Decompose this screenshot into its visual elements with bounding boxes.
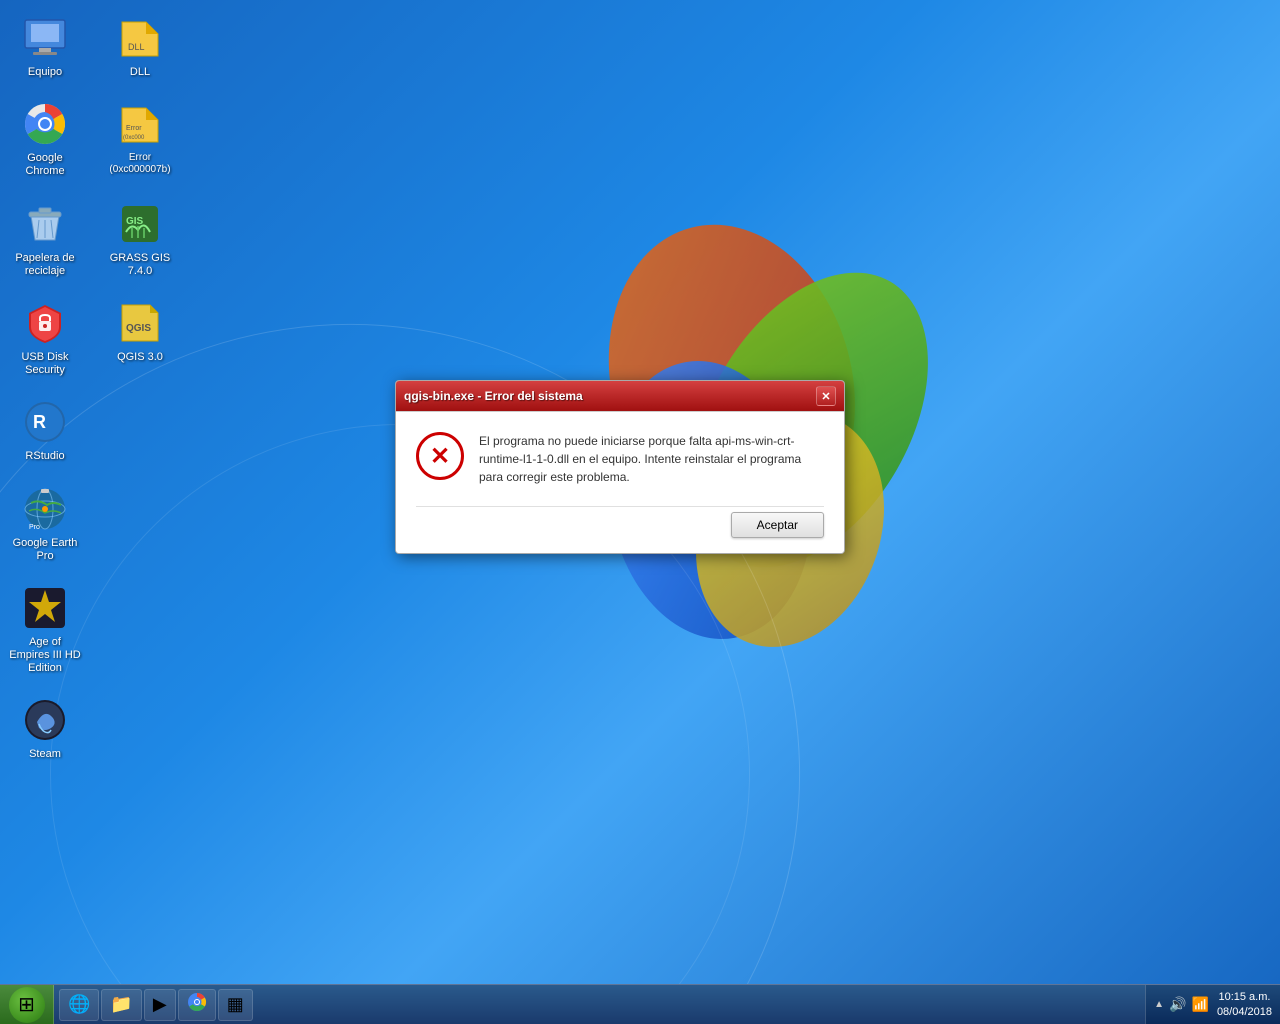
system-tray: ▲ 🔊 📶 <box>1154 996 1209 1013</box>
error-dll-label: Error(0xc000007b) <box>109 152 170 176</box>
taskbar-items: 🌐 📁 ▶ <box>54 989 1145 1021</box>
tray-arrow[interactable]: ▲ <box>1154 999 1164 1010</box>
error-icon: ✕ <box>416 432 464 480</box>
dialog-title: qgis-bin.exe - Error del sistema <box>404 389 583 403</box>
taskbar-right: ▲ 🔊 📶 10:15 a.m. 08/04/2018 <box>1145 985 1280 1024</box>
dialog-content: ✕ El programa no puede iniciarse porque … <box>396 411 844 553</box>
desktop-icon-usb-security[interactable]: USB Disk Security <box>5 295 85 381</box>
chrome-taskbar-icon <box>187 992 207 1017</box>
dialog-close-button[interactable]: ✕ <box>816 386 836 406</box>
media-icon: ▶ <box>153 994 167 1015</box>
desktop-icon-grass[interactable]: GIS GRASS GIS 7.4.0 <box>100 196 180 282</box>
desktop-icon-earth[interactable]: Pro Google Earth Pro <box>5 481 85 567</box>
svg-text:QGIS: QGIS <box>126 323 151 334</box>
dialog-ok-button[interactable]: Aceptar <box>731 512 824 538</box>
start-button[interactable]: ⊞ <box>0 985 54 1024</box>
taskbar: ⊞ 🌐 📁 ▶ <box>0 984 1280 1024</box>
dialog-message: El programa no puede iniciarse porque fa… <box>479 432 824 486</box>
volume-icon: 📶 <box>1192 996 1209 1013</box>
desktop-icon-chrome[interactable]: Google Chrome <box>5 96 85 182</box>
clock-date: 08/04/2018 <box>1217 1005 1272 1019</box>
dialog-titlebar: qgis-bin.exe - Error del sistema ✕ <box>396 381 844 411</box>
svg-text:Error: Error <box>126 125 142 132</box>
desktop-icon-equipo[interactable]: Equipo <box>5 10 85 83</box>
system-clock[interactable]: 10:15 a.m. 08/04/2018 <box>1217 990 1272 1019</box>
desktop: Equipo DLL DLL <box>0 0 1280 1024</box>
svg-text:DLL: DLL <box>128 42 145 52</box>
desktop-icon-error-dll[interactable]: Error (0xc000 Error(0xc000007b) <box>100 96 180 182</box>
svg-text:(0xc000: (0xc000 <box>123 135 145 141</box>
task-manager-icon: ▦ <box>227 994 244 1015</box>
dialog-buttons: Aceptar <box>416 506 824 538</box>
desktop-icon-rstudio[interactable]: R RStudio <box>5 394 85 467</box>
taskbar-media[interactable]: ▶ <box>144 989 176 1021</box>
desktop-icon-grid: Equipo DLL DLL <box>5 10 190 774</box>
desktop-icon-aoe[interactable]: Age of Empires III HD Edition <box>5 580 85 680</box>
clock-time: 10:15 a.m. <box>1217 990 1272 1004</box>
svg-text:Pro: Pro <box>29 524 40 531</box>
windows-start-orb[interactable]: ⊞ <box>9 987 45 1023</box>
desktop-icon-steam[interactable]: Steam <box>5 692 85 765</box>
explorer-icon: 📁 <box>110 994 132 1015</box>
svg-text:R: R <box>33 412 46 432</box>
taskbar-explorer[interactable]: 📁 <box>101 989 141 1021</box>
taskbar-ie[interactable]: 🌐 <box>59 989 99 1021</box>
error-dialog: qgis-bin.exe - Error del sistema ✕ ✕ El … <box>395 380 845 554</box>
dialog-body: ✕ El programa no puede iniciarse porque … <box>416 432 824 486</box>
network-icon: 🔊 <box>1169 996 1186 1013</box>
taskbar-task-manager[interactable]: ▦ <box>218 989 253 1021</box>
taskbar-chrome[interactable] <box>178 989 216 1021</box>
ie-icon: 🌐 <box>68 994 90 1015</box>
desktop-icon-qgis[interactable]: QGIS QGIS 3.0 <box>100 295 180 381</box>
desktop-icon-recycle[interactable]: Papelera de reciclaje <box>5 196 85 282</box>
desktop-icon-dll[interactable]: DLL DLL <box>100 10 180 83</box>
